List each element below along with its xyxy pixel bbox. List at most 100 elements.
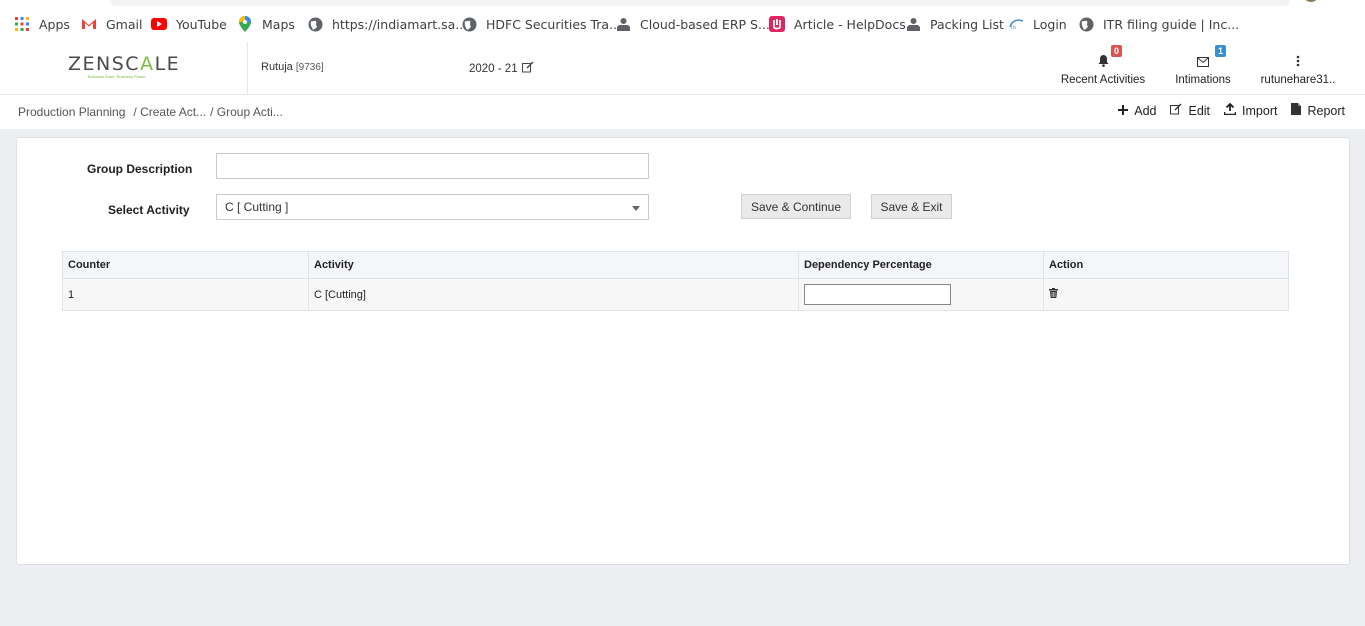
upload-icon (1223, 102, 1237, 118)
zenscale-logo: ZENSCALE (68, 53, 180, 75)
account-menu[interactable]: rutunehare31.. (1258, 48, 1338, 86)
bookmark-login[interactable]: itr Login (1008, 14, 1067, 34)
bookmark-label: Gmail (106, 16, 143, 32)
bookmarks-bar: Apps Gmail YouTube Maps https://indiamar… (0, 0, 1365, 42)
breadcrumb-create-activity[interactable]: / Create Act... (133, 105, 206, 119)
address-bar-edge (110, 0, 1290, 6)
bookmark-label: HDFC Securities Tra... (486, 16, 622, 32)
more-vertical-icon (1296, 55, 1300, 70)
cell-action (1043, 278, 1289, 311)
user-name-text: Rutuja (261, 61, 293, 73)
file-icon (1291, 103, 1302, 118)
intimations-count: 1 (1215, 45, 1227, 57)
bookmark-label: Cloud-based ERP S... (640, 16, 770, 32)
bookmark-maps[interactable]: Maps (237, 14, 295, 34)
erp-icon (615, 16, 631, 32)
group-description-input[interactable] (216, 153, 649, 179)
select-activity-value: C [ Cutting ] (225, 200, 289, 214)
recent-activities-count: 0 (1111, 45, 1123, 57)
cell-dependency (798, 278, 1044, 311)
bookmark-gmail[interactable]: Gmail (81, 14, 142, 34)
bookmark-label: Login (1033, 16, 1067, 32)
bookmark-label: ITR filing guide | Inc... (1103, 16, 1240, 32)
column-header-action: Action (1043, 251, 1289, 279)
bookmark-label: Article - HelpDocs (794, 16, 906, 32)
report-label: Report (1307, 103, 1345, 118)
dependency-percentage-input[interactable] (804, 284, 951, 305)
edit-icon (1170, 103, 1182, 118)
save-exit-button[interactable]: Save & Exit (871, 194, 952, 219)
group-description-label: Group Description (87, 162, 193, 176)
table-header-row: Counter Activity Dependency Percentage A… (62, 251, 1289, 279)
edit-button[interactable]: Edit (1170, 103, 1210, 118)
edit-label: Edit (1188, 103, 1211, 118)
save-continue-button[interactable]: Save & Continue (741, 194, 851, 219)
bookmark-label: Apps (39, 16, 70, 32)
breadcrumb-bar: Production Planning / Create Act... / Gr… (0, 95, 1365, 129)
table-row: 1 C [Cutting] (62, 278, 1289, 311)
import-label: Import (1242, 103, 1278, 118)
user-code: [9736] (295, 62, 324, 73)
bookmark-packing-list[interactable]: Packing List (905, 14, 1004, 34)
account-label: rutunehare31.. (1260, 74, 1336, 86)
bookmark-apps[interactable]: Apps (14, 14, 70, 34)
breadcrumb-production-planning[interactable]: Production Planning (18, 105, 125, 119)
logo-tagline: Business Ease. Business Peace. (88, 74, 147, 79)
breadcrumb-group-activity: / Group Acti... (210, 105, 283, 119)
envelope-icon (1197, 57, 1209, 70)
globe-icon (307, 16, 323, 32)
bookmark-cloud-erp[interactable]: Cloud-based ERP S... (615, 14, 770, 34)
login-icon: itr (1008, 16, 1024, 32)
select-activity-label: Select Activity (108, 203, 190, 217)
bookmark-label: https://indiamart.sa... (332, 16, 468, 32)
cell-counter: 1 (62, 278, 309, 311)
apps-grid-icon (14, 16, 30, 32)
financial-year-text: 2020 - 21 (469, 62, 518, 75)
svg-text:itr: itr (1011, 25, 1017, 30)
intimations-label: Intimations (1175, 74, 1231, 86)
bookmark-label: YouTube (176, 16, 227, 32)
bookmark-indiamart[interactable]: https://indiamart.sa... (307, 14, 467, 34)
helpdocs-icon (769, 16, 785, 32)
column-header-counter: Counter (62, 251, 309, 279)
activity-table: Counter Activity Dependency Percentage A… (62, 251, 1289, 311)
bookmark-itr-guide[interactable]: ITR filing guide | Inc... (1078, 14, 1239, 34)
trash-icon[interactable] (1049, 288, 1058, 301)
app-header: ZENSCALE Business Ease. Business Peace. … (0, 42, 1365, 95)
group-activity-panel: Group Description Select Activity C [ Cu… (16, 137, 1350, 565)
bookmark-label: Maps (262, 16, 295, 32)
logo-area[interactable]: ZENSCALE Business Ease. Business Peace. (0, 42, 248, 94)
edit-year-icon[interactable] (521, 61, 534, 76)
bookmark-helpdocs[interactable]: Article - HelpDocs (769, 14, 906, 34)
chevron-down-icon (632, 206, 640, 211)
recent-activities-button[interactable]: 0 Recent Activities (1060, 45, 1146, 86)
youtube-icon (151, 16, 167, 32)
cell-activity: C [Cutting] (308, 278, 799, 311)
user-name: Rutuja [9736] (261, 61, 324, 73)
bell-icon (1098, 55, 1109, 70)
recent-activities-label: Recent Activities (1060, 74, 1146, 86)
import-button[interactable]: Import (1223, 102, 1278, 118)
add-label: Add (1134, 103, 1157, 118)
add-button[interactable]: Add (1118, 103, 1156, 118)
plus-icon (1118, 104, 1129, 118)
logo-text-accent: A (140, 53, 155, 75)
maps-pin-icon (237, 16, 253, 32)
bookmark-hdfc[interactable]: HDFC Securities Tra... (461, 14, 621, 34)
bookmark-youtube[interactable]: YouTube (151, 14, 227, 34)
toolbar: Add Edit Import Report (1118, 102, 1345, 118)
erp-icon (905, 16, 921, 32)
intimations-button[interactable]: 1 Intimations (1170, 45, 1236, 86)
report-button[interactable]: Report (1291, 103, 1345, 118)
globe-icon (1078, 16, 1094, 32)
logo-text-part: ZENSC (68, 53, 141, 75)
financial-year[interactable]: 2020 - 21 (469, 61, 534, 76)
gmail-icon (81, 16, 97, 32)
globe-icon (461, 16, 477, 32)
breadcrumb: Production Planning / Create Act... / Gr… (18, 105, 283, 119)
column-header-dependency: Dependency Percentage (798, 251, 1044, 279)
select-activity-dropdown[interactable]: C [ Cutting ] (216, 194, 649, 220)
bookmark-label: Packing List (930, 16, 1004, 32)
column-header-activity: Activity (308, 251, 799, 279)
profile-avatar[interactable] (1303, 0, 1319, 2)
